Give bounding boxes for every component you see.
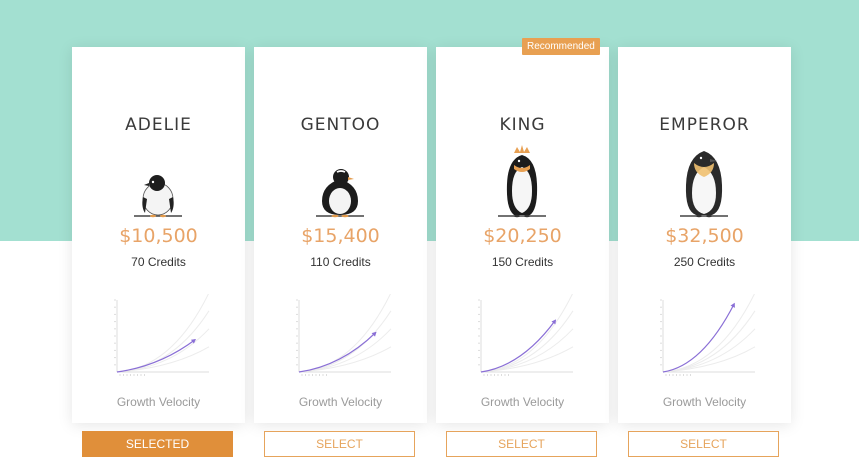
growth-velocity-label: Growth Velocity — [662, 395, 747, 409]
plan-name: ADELIE — [125, 115, 192, 135]
chart-reference-curve — [116, 328, 210, 373]
growth-curve — [662, 303, 735, 373]
plan-card-adelie: ADELIE $10,500 70 Credits Growth Velocit… — [72, 47, 245, 457]
plan-name: EMPEROR — [659, 115, 750, 135]
chart-reference-curve — [298, 346, 392, 373]
plan-credits: 250 Credits — [673, 255, 736, 269]
pricing-cards: ADELIE $10,500 70 Credits Growth Velocit… — [0, 0, 859, 470]
plan-credits: 110 Credits — [310, 255, 371, 269]
plan-name: KING — [499, 115, 546, 135]
select-button-adelie[interactable]: SELECTED — [82, 431, 233, 457]
chart-reference-curve — [480, 294, 573, 373]
plan-credits: 150 Credits — [491, 255, 554, 269]
growth-velocity-chart — [114, 294, 210, 376]
growth-velocity-chart — [296, 294, 392, 376]
growth-velocity-label: Growth Velocity — [116, 395, 201, 409]
recommended-badge: Recommended — [522, 38, 600, 55]
select-button-king[interactable]: SELECT — [446, 431, 597, 457]
plan-price: $10,500 — [119, 225, 198, 247]
plan-price: $32,500 — [665, 225, 744, 247]
plan-price: $20,250 — [483, 225, 562, 247]
emperor-penguin-icon — [680, 151, 728, 218]
adelie-penguin-icon — [134, 175, 182, 218]
chart-reference-curve — [298, 294, 391, 373]
growth-velocity-label: Growth Velocity — [298, 395, 383, 409]
select-button-gentoo[interactable]: SELECT — [264, 431, 415, 457]
chart-reference-curve — [662, 294, 755, 373]
plan-credits: 70 Credits — [131, 255, 186, 269]
chart-reference-curve — [116, 294, 209, 373]
select-button-emperor[interactable]: SELECT — [628, 431, 779, 457]
growth-velocity-chart — [660, 294, 756, 376]
growth-curve — [298, 331, 377, 373]
plan-card-gentoo: GENTOO $15,400 110 Credits Growth Veloci… — [254, 47, 427, 457]
chart-reference-curve — [298, 328, 392, 373]
plan-card-emperor: EMPEROR $32,500 250 Credits Growth Veloc… — [618, 47, 791, 457]
growth-velocity-label: Growth Velocity — [480, 395, 565, 409]
plan-name: GENTOO — [300, 115, 381, 135]
growth-curve — [116, 339, 196, 373]
king-penguin-icon — [498, 145, 546, 218]
plan-price: $15,400 — [301, 225, 380, 247]
growth-velocity-chart — [478, 294, 574, 376]
plan-card-king: KING $20,250 150 Credits Growth Velocity… — [436, 47, 609, 457]
chart-reference-curve — [662, 328, 756, 373]
gentoo-penguin-icon — [316, 169, 364, 218]
